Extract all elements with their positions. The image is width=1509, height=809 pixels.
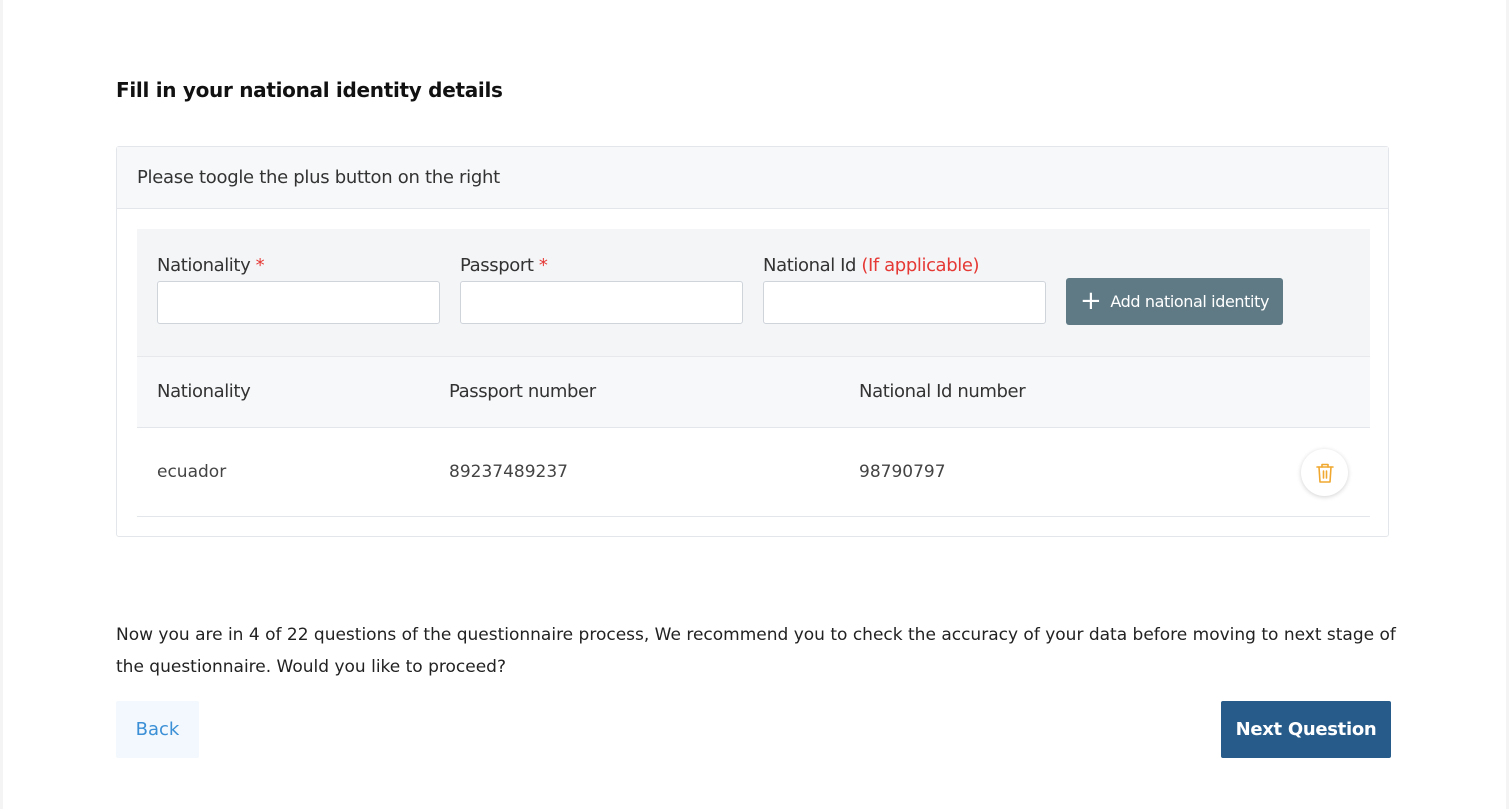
page-title: Fill in your national identity details	[116, 78, 503, 102]
delete-row-button[interactable]	[1301, 449, 1348, 496]
national-id-field-group: National Id (If applicable)	[763, 255, 1046, 324]
national-id-input[interactable]	[763, 281, 1046, 324]
cell-nationality: ecuador	[157, 462, 227, 482]
column-header-national-id: National Id number	[859, 381, 1026, 402]
page: Fill in your national identity details P…	[3, 0, 1506, 809]
required-mark: *	[255, 255, 265, 276]
plus-icon: +	[1079, 285, 1102, 316]
trash-icon	[1315, 463, 1334, 483]
passport-label: Passport *	[460, 255, 548, 276]
add-button-label: Add national identity	[1110, 292, 1270, 311]
national-id-label: National Id (If applicable)	[763, 255, 980, 276]
table-row: ecuador 89237489237 98790797	[137, 428, 1370, 517]
back-button[interactable]: Back	[116, 701, 199, 758]
progress-message: Now you are in 4 of 22 questions of the …	[116, 625, 1396, 677]
nationality-label: Nationality *	[157, 255, 265, 276]
identity-card: Please toogle the plus button on the rig…	[116, 146, 1389, 537]
card-header: Please toogle the plus button on the rig…	[117, 147, 1388, 209]
column-header-nationality: Nationality	[157, 381, 251, 402]
required-mark: *	[538, 255, 548, 276]
nationality-input[interactable]	[157, 281, 440, 324]
next-question-button[interactable]: Next Question	[1221, 701, 1391, 758]
identity-form: Nationality * Passport * National Id (If…	[137, 229, 1370, 356]
column-header-passport: Passport number	[449, 381, 596, 402]
cell-national-id: 98790797	[859, 462, 946, 482]
passport-field-group: Passport *	[460, 255, 743, 324]
add-national-identity-button[interactable]: + Add national identity	[1066, 278, 1283, 325]
cell-passport: 89237489237	[449, 462, 568, 482]
optional-note: (If applicable)	[861, 255, 980, 276]
table-header: Nationality Passport number National Id …	[137, 356, 1370, 428]
nationality-field-group: Nationality *	[157, 255, 440, 324]
passport-input[interactable]	[460, 281, 743, 324]
